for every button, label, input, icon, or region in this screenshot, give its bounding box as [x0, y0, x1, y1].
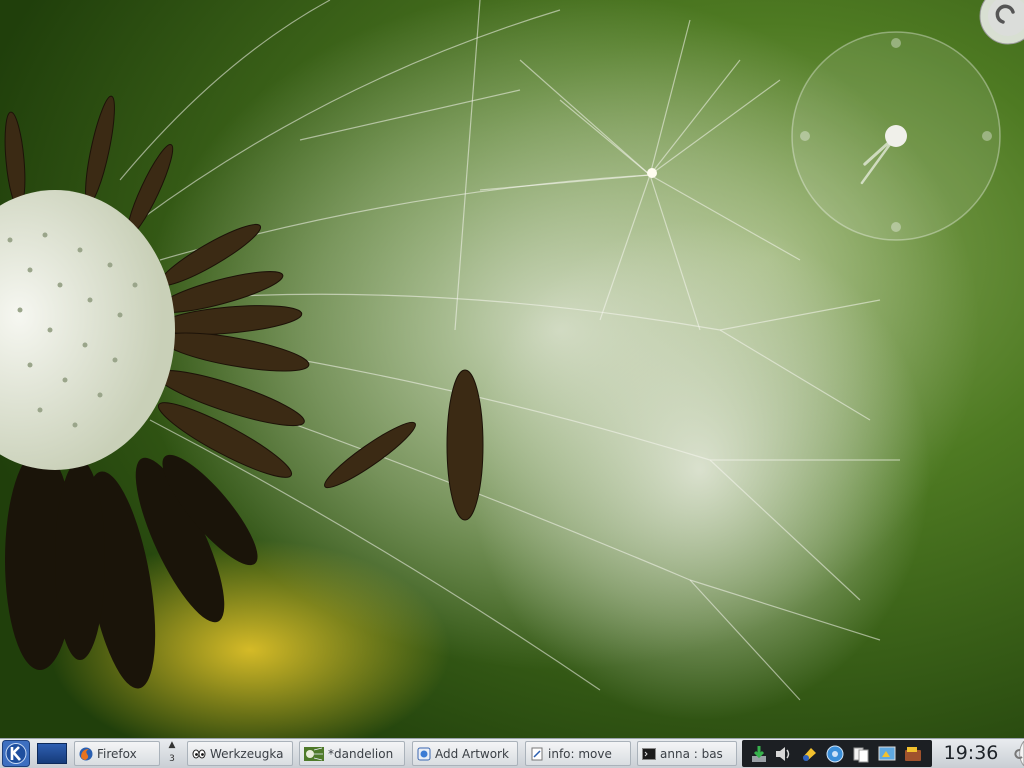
task-label: info: move — [548, 746, 612, 761]
task-label: anna : bas — [660, 746, 723, 761]
task-info-move[interactable]: info: move — [525, 741, 631, 766]
clock-tick-6 — [891, 222, 901, 232]
terminal-icon — [642, 747, 656, 760]
volume-icon[interactable] — [774, 745, 792, 763]
eye-icon — [192, 749, 206, 758]
wallet-icon[interactable] — [904, 745, 922, 763]
konqueror-icon — [417, 747, 431, 760]
task-firefox[interactable]: Firefox — [74, 741, 160, 766]
clock-center-cap — [885, 125, 907, 147]
desktop[interactable] — [0, 0, 1024, 738]
firefox-icon — [79, 747, 93, 760]
task-label: *dandelion — [328, 746, 394, 761]
taskbar-panel: Firefox ▲ 3 Werkzeugka *dandelion Add Ar… — [0, 738, 1024, 768]
clock-tick-3 — [982, 131, 992, 141]
task-label: Werkzeugka — [210, 746, 284, 761]
clipboard-icon[interactable] — [852, 745, 870, 763]
system-tray — [742, 740, 932, 767]
task-label: Firefox — [97, 746, 137, 761]
kde-k-menu-icon[interactable] — [2, 740, 30, 767]
help-icon[interactable] — [826, 745, 844, 763]
clock-tick-9 — [800, 131, 810, 141]
pager-up-arrow[interactable]: ▲ — [162, 741, 182, 750]
panel-toolbox-icon[interactable] — [1003, 741, 1024, 766]
download-icon[interactable] — [750, 745, 768, 763]
pager-desktop-number: 3 — [169, 754, 175, 764]
virtual-desktop-pager[interactable]: ▲ 3 — [162, 741, 182, 766]
task-terminal[interactable]: anna : bas — [637, 741, 737, 766]
document-icon — [531, 747, 543, 760]
task-label: Add Artwork — [435, 746, 509, 761]
task-dandelion-image[interactable]: *dandelion — [299, 741, 405, 766]
display-icon[interactable] — [878, 745, 896, 763]
task-werkzeugkasten[interactable]: Werkzeugka — [187, 741, 293, 766]
analog-clock-widget[interactable] — [790, 30, 1002, 242]
image-thumbnail-icon — [304, 746, 324, 761]
task-add-artwork[interactable]: Add Artwork — [412, 741, 518, 766]
show-desktop-icon[interactable] — [37, 743, 67, 764]
clock-tick-12 — [891, 38, 901, 48]
panel-digital-clock[interactable]: 19:36 — [941, 741, 1001, 766]
klipper-icon[interactable] — [800, 745, 818, 763]
